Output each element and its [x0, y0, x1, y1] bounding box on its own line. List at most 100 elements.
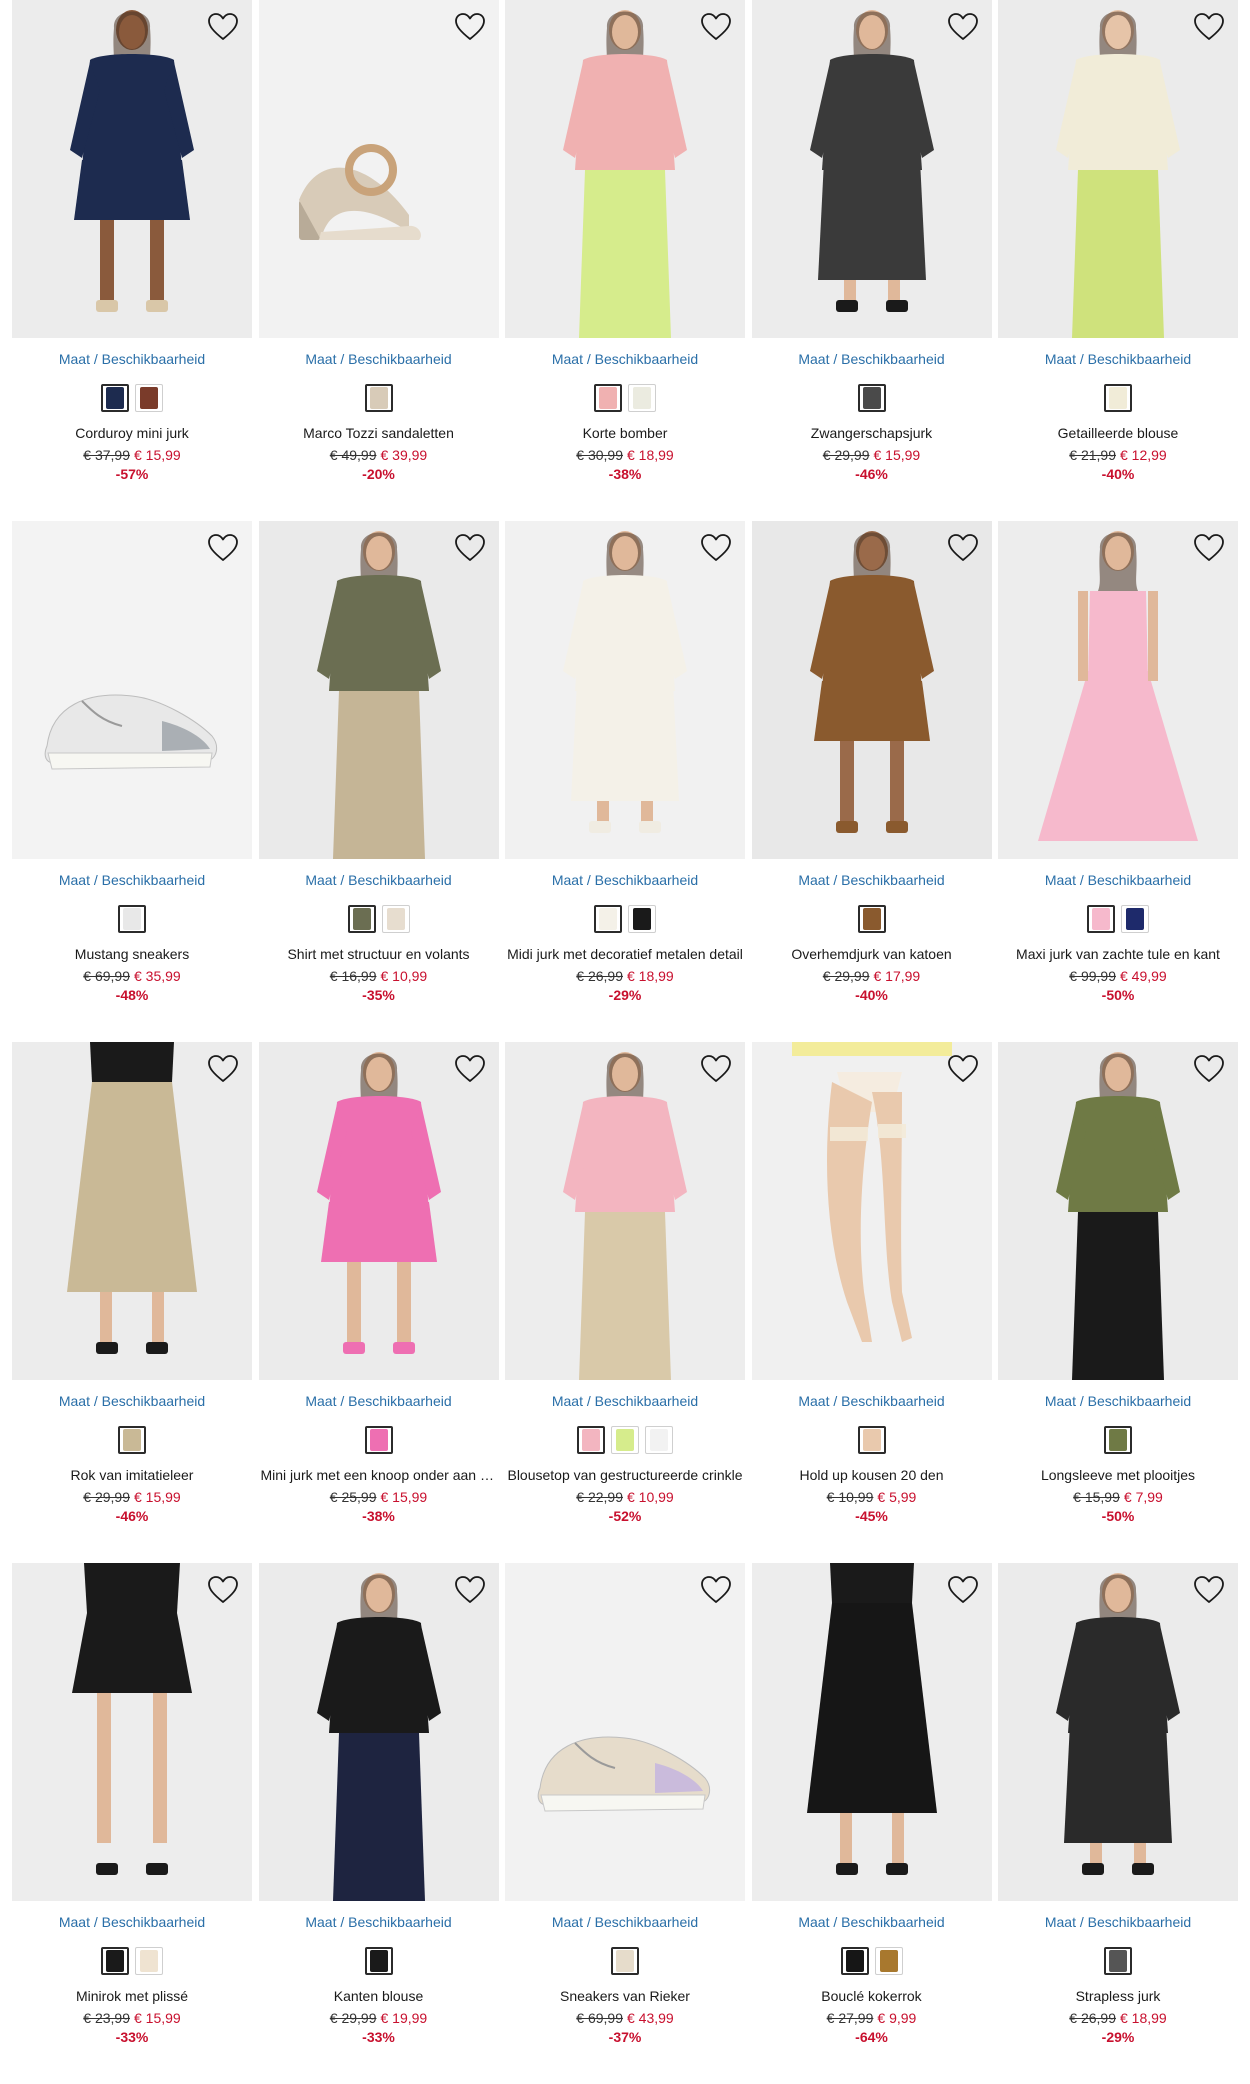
- wishlist-heart-icon[interactable]: [699, 10, 733, 44]
- color-swatch[interactable]: [857, 384, 886, 412]
- product-name[interactable]: Strapless jurk: [998, 1987, 1238, 2006]
- size-availability-link[interactable]: Maat / Beschikbaarheid: [12, 871, 252, 889]
- color-swatch[interactable]: [594, 384, 622, 412]
- wishlist-heart-icon[interactable]: [1192, 10, 1226, 44]
- product-image[interactable]: [505, 521, 745, 859]
- product-image[interactable]: [12, 521, 252, 859]
- product-image[interactable]: [258, 521, 499, 859]
- product-name[interactable]: Mustang sneakers: [12, 945, 252, 964]
- size-availability-link[interactable]: Maat / Beschikbaarheid: [752, 1913, 992, 1931]
- product-image[interactable]: [505, 1042, 745, 1380]
- color-swatch[interactable]: [594, 905, 622, 933]
- color-swatch[interactable]: [577, 1426, 605, 1454]
- wishlist-heart-icon[interactable]: [699, 1052, 733, 1086]
- product-name[interactable]: Getailleerde blouse: [998, 424, 1238, 443]
- color-swatch[interactable]: [135, 384, 163, 412]
- wishlist-heart-icon[interactable]: [946, 1052, 980, 1086]
- wishlist-heart-icon[interactable]: [206, 1052, 240, 1086]
- size-availability-link[interactable]: Maat / Beschikbaarheid: [752, 1392, 992, 1410]
- wishlist-heart-icon[interactable]: [946, 10, 980, 44]
- color-swatch[interactable]: [874, 1947, 903, 1975]
- product-name[interactable]: Marco Tozzi sandaletten: [259, 424, 499, 443]
- product-image[interactable]: [998, 1563, 1238, 1901]
- size-availability-link[interactable]: Maat / Beschikbaarheid: [752, 350, 992, 368]
- color-swatch[interactable]: [628, 384, 656, 412]
- size-availability-link[interactable]: Maat / Beschikbaarheid: [259, 1392, 499, 1410]
- color-swatch[interactable]: [611, 1947, 639, 1975]
- size-availability-link[interactable]: Maat / Beschikbaarheid: [12, 1392, 252, 1410]
- size-availability-link[interactable]: Maat / Beschikbaarheid: [505, 350, 745, 368]
- size-availability-link[interactable]: Maat / Beschikbaarheid: [259, 1913, 499, 1931]
- product-name[interactable]: Kanten blouse: [259, 1987, 499, 2006]
- size-availability-link[interactable]: Maat / Beschikbaarheid: [998, 1913, 1238, 1931]
- wishlist-heart-icon[interactable]: [699, 531, 733, 565]
- color-swatch[interactable]: [101, 1947, 129, 1975]
- product-name[interactable]: Shirt met structuur en volants: [259, 945, 499, 964]
- product-name[interactable]: Rok van imitatieleer: [12, 1466, 252, 1485]
- product-image[interactable]: [258, 1042, 499, 1380]
- size-availability-link[interactable]: Maat / Beschikbaarheid: [12, 350, 252, 368]
- color-swatch[interactable]: [364, 384, 393, 412]
- color-swatch[interactable]: [1104, 1426, 1132, 1454]
- color-swatch[interactable]: [1104, 1947, 1132, 1975]
- product-image[interactable]: [258, 0, 499, 338]
- color-swatch[interactable]: [611, 1426, 639, 1454]
- product-name[interactable]: Hold up kousen 20 den: [752, 1466, 992, 1485]
- size-availability-link[interactable]: Maat / Beschikbaarheid: [259, 350, 499, 368]
- product-name[interactable]: Corduroy mini jurk: [12, 424, 252, 443]
- product-name[interactable]: Korte bomber: [505, 424, 745, 443]
- product-image[interactable]: [751, 0, 992, 338]
- color-swatch[interactable]: [857, 905, 886, 933]
- color-swatch[interactable]: [364, 1947, 393, 1975]
- color-swatch[interactable]: [364, 1426, 393, 1454]
- color-swatch[interactable]: [645, 1426, 673, 1454]
- size-availability-link[interactable]: Maat / Beschikbaarheid: [259, 871, 499, 889]
- product-name[interactable]: Overhemdjurk van katoen: [752, 945, 992, 964]
- product-image[interactable]: [505, 0, 745, 338]
- product-image[interactable]: [12, 0, 252, 338]
- size-availability-link[interactable]: Maat / Beschikbaarheid: [998, 871, 1238, 889]
- product-image[interactable]: [751, 1563, 992, 1901]
- size-availability-link[interactable]: Maat / Beschikbaarheid: [12, 1913, 252, 1931]
- product-image[interactable]: [505, 1563, 745, 1901]
- wishlist-heart-icon[interactable]: [453, 10, 487, 44]
- color-swatch[interactable]: [101, 384, 129, 412]
- size-availability-link[interactable]: Maat / Beschikbaarheid: [752, 871, 992, 889]
- color-swatch[interactable]: [1121, 905, 1149, 933]
- product-image[interactable]: [998, 0, 1238, 338]
- color-swatch[interactable]: [118, 1426, 146, 1454]
- size-availability-link[interactable]: Maat / Beschikbaarheid: [998, 350, 1238, 368]
- wishlist-heart-icon[interactable]: [453, 1052, 487, 1086]
- size-availability-link[interactable]: Maat / Beschikbaarheid: [505, 871, 745, 889]
- color-swatch[interactable]: [1087, 905, 1115, 933]
- wishlist-heart-icon[interactable]: [453, 1573, 487, 1607]
- size-availability-link[interactable]: Maat / Beschikbaarheid: [505, 1913, 745, 1931]
- color-swatch[interactable]: [381, 905, 410, 933]
- color-swatch[interactable]: [840, 1947, 869, 1975]
- color-swatch[interactable]: [347, 905, 376, 933]
- color-swatch[interactable]: [857, 1426, 886, 1454]
- wishlist-heart-icon[interactable]: [453, 531, 487, 565]
- color-swatch[interactable]: [628, 905, 656, 933]
- color-swatch[interactable]: [135, 1947, 163, 1975]
- size-availability-link[interactable]: Maat / Beschikbaarheid: [505, 1392, 745, 1410]
- wishlist-heart-icon[interactable]: [206, 1573, 240, 1607]
- wishlist-heart-icon[interactable]: [1192, 1052, 1226, 1086]
- size-availability-link[interactable]: Maat / Beschikbaarheid: [998, 1392, 1238, 1410]
- product-image[interactable]: [998, 1042, 1238, 1380]
- product-name[interactable]: Maxi jurk van zachte tule en kant: [998, 945, 1238, 964]
- product-name[interactable]: Sneakers van Rieker: [505, 1987, 745, 2006]
- product-name[interactable]: Zwangerschapsjurk: [752, 424, 992, 443]
- wishlist-heart-icon[interactable]: [946, 1573, 980, 1607]
- product-image[interactable]: [12, 1042, 252, 1380]
- product-name[interactable]: Mini jurk met een knoop onder aan de hal…: [259, 1466, 499, 1485]
- color-swatch[interactable]: [118, 905, 146, 933]
- product-image[interactable]: [258, 1563, 499, 1901]
- wishlist-heart-icon[interactable]: [946, 531, 980, 565]
- color-swatch[interactable]: [1104, 384, 1132, 412]
- product-image[interactable]: [12, 1563, 252, 1901]
- wishlist-heart-icon[interactable]: [699, 1573, 733, 1607]
- wishlist-heart-icon[interactable]: [1192, 1573, 1226, 1607]
- product-name[interactable]: Midi jurk met decoratief metalen detail: [505, 945, 745, 964]
- product-name[interactable]: Bouclé kokerrok: [752, 1987, 992, 2006]
